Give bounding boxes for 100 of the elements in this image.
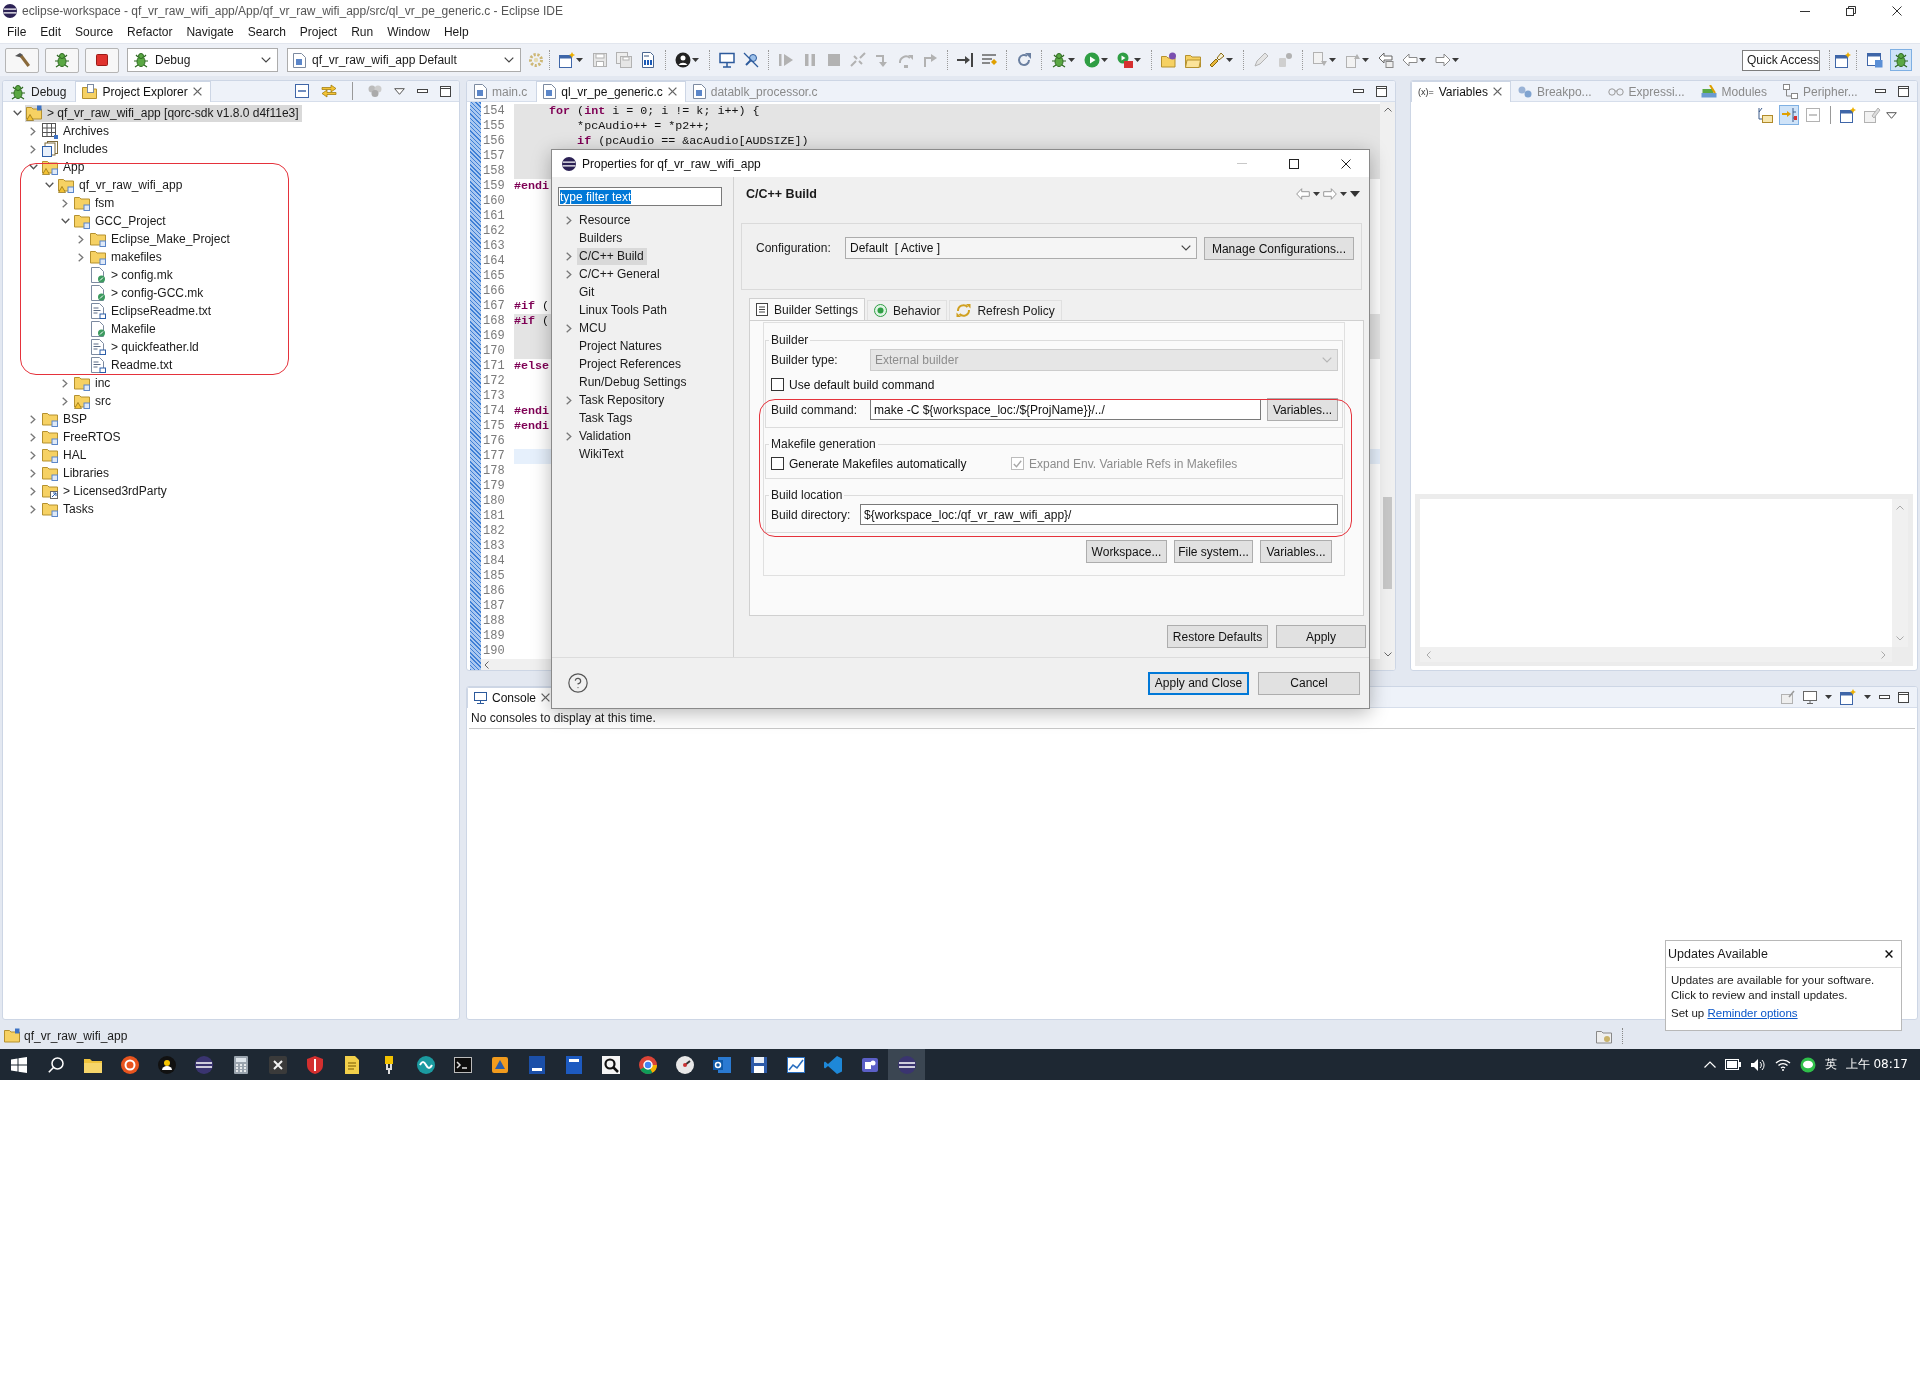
folder-ball-icon[interactable] bbox=[1161, 52, 1177, 68]
chevron-right-icon[interactable] bbox=[566, 215, 572, 225]
gauge-icon[interactable] bbox=[674, 1054, 695, 1075]
caret-icon[interactable] bbox=[1313, 192, 1320, 196]
person-circle-icon[interactable] bbox=[675, 52, 691, 68]
chevron-right-icon[interactable] bbox=[30, 486, 36, 496]
quick-access-field[interactable]: Quick Access bbox=[1742, 49, 1820, 71]
source-file-icon[interactable] bbox=[293, 52, 306, 68]
triangle-tile-icon[interactable] bbox=[489, 1054, 510, 1075]
page-item[interactable]: MCU bbox=[577, 319, 610, 337]
striped-sphere-icon[interactable] bbox=[896, 1054, 917, 1075]
tree-item[interactable]: App bbox=[41, 158, 88, 176]
launch-configuration-dropdown[interactable]: qf_vr_raw_wifi_app Default bbox=[287, 48, 521, 72]
list-icon[interactable] bbox=[756, 303, 768, 316]
menu-item[interactable]: Edit bbox=[33, 22, 69, 43]
tree-item[interactable]: GCC_Project bbox=[73, 212, 169, 230]
chevron-right-icon[interactable] bbox=[78, 252, 84, 262]
caret-icon[interactable] bbox=[1452, 58, 1459, 62]
menu-item[interactable]: Run bbox=[344, 22, 381, 43]
browser-icon[interactable] bbox=[637, 1054, 658, 1075]
launch-mode-dropdown[interactable]: Debug bbox=[127, 48, 278, 72]
floppy-icon[interactable] bbox=[748, 1054, 769, 1075]
bug-icon[interactable] bbox=[1051, 52, 1067, 68]
page-item[interactable]: Validation bbox=[577, 427, 634, 445]
tree-item[interactable]: HAL bbox=[41, 446, 90, 464]
caret-icon[interactable] bbox=[576, 58, 583, 62]
maximize-icon[interactable] bbox=[1898, 85, 1909, 97]
editor-tab[interactable]: ql_vr_pe_generic.c bbox=[536, 81, 686, 102]
caret-icon[interactable] bbox=[1340, 192, 1347, 196]
tree-item[interactable]: fsm bbox=[73, 194, 118, 212]
shield-icon[interactable] bbox=[304, 1054, 325, 1075]
document-bars-icon[interactable] bbox=[640, 52, 656, 68]
configuration-dropdown[interactable]: Default [ Active ] bbox=[845, 237, 1197, 259]
build-button[interactable] bbox=[5, 47, 39, 73]
close-icon[interactable] bbox=[1885, 950, 1893, 958]
magnifier-tile-icon[interactable] bbox=[600, 1054, 621, 1075]
tree-item[interactable]: Archives bbox=[41, 122, 112, 140]
tree-item[interactable]: EclipseReadme.txt bbox=[89, 302, 215, 320]
variables-button[interactable]: Variables... bbox=[1267, 398, 1338, 421]
chevron-right-icon[interactable] bbox=[30, 468, 36, 478]
menu-triangle-icon[interactable] bbox=[1350, 191, 1360, 197]
monitor-icon[interactable] bbox=[474, 691, 487, 704]
clock[interactable]: 上午 08:17 bbox=[1845, 1056, 1908, 1073]
chevron-down-icon[interactable] bbox=[60, 218, 70, 224]
scrollbar[interactable] bbox=[1380, 102, 1395, 670]
view-tab[interactable]: Debug bbox=[3, 81, 76, 102]
chevron-right-icon[interactable] bbox=[30, 432, 36, 442]
menu-item[interactable]: Source bbox=[68, 22, 121, 43]
maximize-icon[interactable] bbox=[440, 85, 451, 97]
chevron-down-icon[interactable] bbox=[504, 57, 514, 63]
tree-item[interactable]: inc bbox=[73, 374, 114, 392]
dialog-button[interactable]: Apply and Close bbox=[1148, 671, 1249, 695]
bug-icon[interactable] bbox=[54, 52, 70, 68]
terminal-icon[interactable] bbox=[452, 1054, 473, 1075]
tree-item[interactable]: Eclipse_Make_Project bbox=[89, 230, 233, 248]
checkbox-label[interactable]: Use default build command bbox=[789, 377, 935, 392]
dialog-button[interactable]: Restore Defaults bbox=[1167, 625, 1268, 648]
help-icon[interactable] bbox=[567, 672, 589, 694]
bug-icon[interactable] bbox=[133, 52, 149, 68]
chevron-right-icon[interactable] bbox=[30, 504, 36, 514]
ribbon-logo-icon[interactable] bbox=[822, 1054, 843, 1075]
close-icon[interactable] bbox=[541, 693, 551, 702]
window-star-icon[interactable] bbox=[1838, 105, 1858, 125]
minimize-icon[interactable] bbox=[417, 89, 428, 93]
stop-button[interactable] bbox=[85, 47, 119, 73]
wave-circle-icon[interactable] bbox=[415, 1054, 436, 1075]
chevron-right-icon[interactable] bbox=[78, 234, 84, 244]
page-item[interactable]: Run/Debug Settings bbox=[577, 373, 690, 391]
minimize-icon[interactable] bbox=[1800, 10, 1810, 12]
minimize-icon[interactable] bbox=[1879, 695, 1890, 699]
view-tab[interactable]: (x)= Variables bbox=[1411, 81, 1511, 102]
chevron-down-icon[interactable] bbox=[12, 110, 22, 116]
chevron-down-icon[interactable] bbox=[1181, 245, 1191, 251]
swap-arrows-icon[interactable] bbox=[321, 84, 337, 98]
cross-tile-icon[interactable] bbox=[267, 1054, 288, 1075]
chat-bubble-icon[interactable] bbox=[1799, 1056, 1816, 1073]
chevron-right-icon[interactable] bbox=[30, 144, 36, 154]
bug-icon[interactable] bbox=[10, 83, 26, 100]
pointing-arrow-icon[interactable] bbox=[1378, 52, 1394, 68]
radio-dot-icon[interactable] bbox=[874, 304, 888, 317]
chevron-right-icon[interactable] bbox=[566, 251, 572, 261]
circular-arrow-icon[interactable] bbox=[1016, 52, 1032, 68]
settings-tab[interactable]: Behavior bbox=[867, 300, 948, 320]
arrow-tree-icon[interactable] bbox=[1779, 105, 1799, 125]
tree-item[interactable]: Makefile bbox=[89, 320, 159, 338]
chart-window-icon[interactable] bbox=[785, 1054, 806, 1075]
input-method-indicator[interactable]: 英 bbox=[1824, 1056, 1837, 1073]
chevron-down-icon[interactable] bbox=[28, 164, 38, 170]
manage-configurations-button[interactable]: Manage Configurations... bbox=[1204, 237, 1354, 260]
dialog-button[interactable]: File system... bbox=[1174, 540, 1253, 563]
caret-icon[interactable] bbox=[1864, 695, 1871, 699]
page-item[interactable]: Task Repository bbox=[577, 391, 668, 409]
maximize-icon[interactable] bbox=[1376, 85, 1387, 97]
source-file-icon[interactable] bbox=[543, 84, 557, 99]
caret-icon[interactable] bbox=[1362, 58, 1369, 62]
chevron-down-icon[interactable] bbox=[261, 57, 271, 63]
chevron-right-icon[interactable] bbox=[62, 198, 68, 208]
mail-tile-icon[interactable] bbox=[711, 1054, 732, 1075]
filter-lines-icon[interactable] bbox=[981, 52, 997, 68]
tile-icon[interactable] bbox=[563, 1054, 584, 1075]
